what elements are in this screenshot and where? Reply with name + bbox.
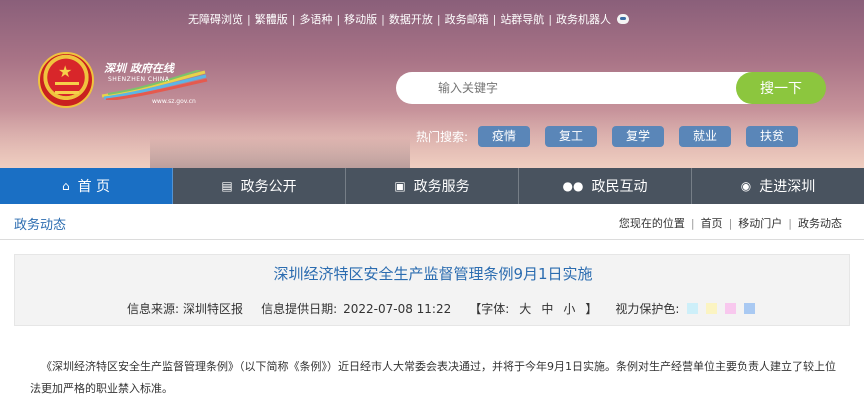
- breadcrumb-mobile-portal[interactable]: 移动门户: [738, 215, 782, 231]
- source-label: 信息来源:: [127, 302, 180, 316]
- nav-item-about-shenzhen[interactable]: ◉ 走进深圳: [692, 168, 864, 204]
- robot-icon[interactable]: [615, 12, 631, 26]
- hot-tag-poverty[interactable]: 扶贫: [746, 125, 799, 147]
- top-link-mobile[interactable]: 移动版: [344, 11, 377, 27]
- eye-protect-label: 视力保护色:: [615, 302, 680, 316]
- separator: |: [788, 216, 792, 230]
- separator: |: [381, 12, 385, 26]
- breadcrumb: 您现在的位置 | 首页 | 移动门户 | 政务动态: [619, 215, 842, 231]
- hot-tag-epidemic[interactable]: 疫情: [478, 125, 531, 147]
- font-size-small[interactable]: 小: [563, 300, 575, 317]
- date-value: 2022-07-08 11:22: [343, 301, 452, 316]
- top-link-mail[interactable]: 政务邮箱: [445, 11, 489, 27]
- nav-item-label: 走进深圳: [759, 179, 816, 195]
- separator: |: [247, 12, 251, 26]
- top-links: 无障碍浏览 | 繁體版 | 多语种 | 移动版 | 数据开放 | 政务邮箱 | …: [188, 10, 631, 28]
- source-value: 深圳特区报: [183, 302, 244, 316]
- breadcrumb-gov-news[interactable]: 政务动态: [798, 215, 842, 231]
- top-link-robot[interactable]: 政务机器人: [556, 11, 611, 27]
- star-icon: ★: [58, 62, 73, 81]
- banner-skyline: [150, 138, 410, 168]
- separator: |: [492, 12, 497, 26]
- article-title: 深圳经济特区安全生产监督管理条例9月1日实施: [273, 265, 593, 283]
- eye-color-swatch[interactable]: [687, 303, 699, 314]
- info-icon: ◉: [740, 179, 752, 193]
- nav-item-label: 政务公开: [240, 179, 297, 195]
- eye-color-swatch[interactable]: [725, 303, 737, 314]
- logo-english-text: SHENZHEN CHINA: [108, 76, 170, 83]
- main-nav: ⌂ 首 页 ▤ 政务公开 ▣ 政务服务 ●● 政民互动 ◉ 走进深圳: [0, 168, 864, 204]
- search-box: 搜一下: [396, 72, 826, 104]
- separator: |: [690, 216, 695, 230]
- news-icon: ▤: [221, 179, 233, 193]
- hot-search: 热门搜索: 疫情 复工 复学 就业 扶贫: [416, 125, 813, 147]
- top-link-traditional[interactable]: 繁體版: [255, 11, 288, 27]
- top-link-accessibility[interactable]: 无障碍浏览: [188, 11, 243, 27]
- monitor-icon: ▣: [394, 179, 406, 193]
- article-meta: 信息来源: 深圳特区报 信息提供日期: 2022-07-08 11:22 【字体…: [127, 300, 756, 317]
- home-icon: ⌂: [61, 179, 70, 193]
- gate-icon: [55, 82, 79, 94]
- separator: |: [291, 12, 296, 26]
- search-button[interactable]: 搜一下: [736, 72, 826, 104]
- font-size-medium[interactable]: 中: [541, 300, 553, 317]
- top-link-languages[interactable]: 多语种: [299, 11, 332, 27]
- nav-item-gov-services[interactable]: ▣ 政务服务: [346, 168, 519, 204]
- hot-search-label: 热门搜索:: [416, 129, 469, 144]
- article-header: 深圳经济特区安全生产监督管理条例9月1日实施 信息来源: 深圳特区报 信息提供日…: [14, 254, 850, 326]
- breadcrumb-prefix: 您现在的位置: [618, 217, 685, 230]
- separator: |: [336, 12, 341, 26]
- logo-chinese-text: 深圳 政府在线: [104, 62, 174, 75]
- logo-url-text: www.sz.gov.cn: [152, 98, 196, 105]
- header-banner: 无障碍浏览 | 繁體版 | 多语种 | 移动版 | 数据开放 | 政务邮箱 | …: [0, 0, 864, 168]
- site-logo[interactable]: 深圳 政府在线 SHENZHEN CHINA www.sz.gov.cn: [100, 58, 210, 110]
- nav-item-gov-affairs[interactable]: ▤ 政务公开: [173, 168, 346, 204]
- search-input[interactable]: [396, 72, 756, 104]
- nav-item-interaction[interactable]: ●● 政民互动: [519, 168, 692, 204]
- section-title: 政务动态: [14, 218, 67, 233]
- people-icon: ●●: [562, 179, 584, 193]
- font-size-large[interactable]: 大: [519, 300, 531, 317]
- nav-item-label: 政民互动: [591, 179, 648, 195]
- hot-tag-employment[interactable]: 就业: [679, 125, 732, 147]
- font-size-close: 】: [585, 302, 598, 316]
- nav-item-label: 政务服务: [413, 179, 470, 195]
- eye-color-swatch[interactable]: [744, 303, 756, 314]
- separator: |: [436, 12, 441, 26]
- breadcrumb-home[interactable]: 首页: [701, 215, 723, 231]
- national-emblem-icon: ★: [38, 52, 94, 108]
- article-body: 《深圳经济特区安全生产监督管理条例》（以下简称《条例》）近日经市人大常委会表决通…: [30, 360, 836, 395]
- font-size-label: 【字体:: [469, 302, 510, 316]
- eye-color-swatch[interactable]: [706, 303, 718, 314]
- top-link-site-nav[interactable]: 站群导航: [500, 11, 544, 27]
- hot-tag-resume-school[interactable]: 复学: [612, 125, 665, 147]
- hot-tag-resume-work[interactable]: 复工: [545, 125, 598, 147]
- date-label: 信息提供日期:: [261, 302, 338, 316]
- separator: |: [548, 12, 553, 26]
- nav-item-label: 首 页: [77, 179, 111, 195]
- separator: |: [728, 216, 733, 230]
- breadcrumb-bar: 政务动态 您现在的位置 | 首页 | 移动门户 | 政务动态: [0, 204, 864, 240]
- nav-item-home[interactable]: ⌂ 首 页: [0, 168, 173, 204]
- top-link-open-data[interactable]: 数据开放: [389, 11, 433, 27]
